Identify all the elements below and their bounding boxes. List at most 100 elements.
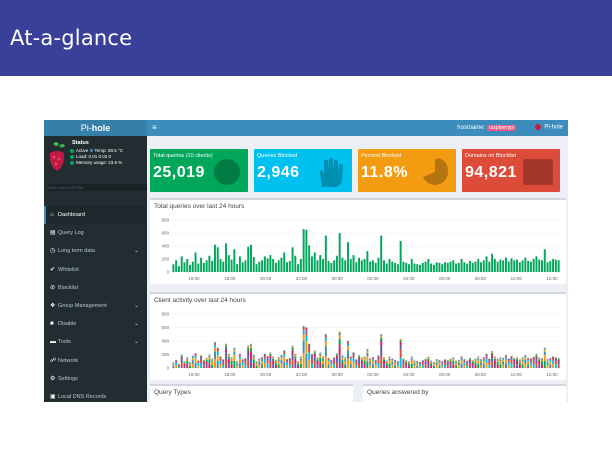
- bar-segment[interactable]: [205, 358, 208, 360]
- bar-segment[interactable]: [352, 354, 355, 356]
- bar-segment[interactable]: [463, 359, 466, 361]
- bar-segment[interactable]: [316, 359, 319, 361]
- bar[interactable]: [543, 249, 546, 272]
- bar[interactable]: [521, 260, 524, 272]
- bar-segment[interactable]: [233, 360, 236, 368]
- bar-segment[interactable]: [219, 356, 222, 358]
- bar-segment[interactable]: [241, 360, 244, 361]
- bar-segment[interactable]: [552, 363, 555, 368]
- bar[interactable]: [266, 258, 269, 272]
- bar-segment[interactable]: [430, 362, 433, 364]
- total-queries-box[interactable]: Total queries (10 clients) 25,019: [150, 149, 248, 192]
- bar-segment[interactable]: [194, 354, 197, 357]
- bar-segment[interactable]: [410, 358, 413, 361]
- bar-segment[interactable]: [247, 353, 250, 361]
- bar-segment[interactable]: [299, 360, 302, 364]
- bar[interactable]: [213, 244, 216, 272]
- bar-segment[interactable]: [186, 357, 189, 359]
- bar-segment[interactable]: [507, 360, 510, 362]
- bar-segment[interactable]: [238, 355, 241, 357]
- bar-segment[interactable]: [335, 353, 338, 354]
- bar-segment[interactable]: [327, 361, 330, 365]
- bar-segment[interactable]: [261, 359, 264, 361]
- bar-segment[interactable]: [413, 361, 416, 363]
- bar-segment[interactable]: [269, 362, 272, 368]
- bar[interactable]: [225, 243, 228, 272]
- bar[interactable]: [518, 262, 521, 272]
- bar-segment[interactable]: [197, 365, 200, 368]
- bar[interactable]: [263, 256, 266, 272]
- bar-segment[interactable]: [424, 359, 427, 361]
- bar-segment[interactable]: [299, 363, 302, 368]
- bar-segment[interactable]: [546, 362, 549, 365]
- bar-segment[interactable]: [175, 362, 178, 366]
- bar-segment[interactable]: [330, 361, 333, 363]
- bar-segment[interactable]: [410, 356, 413, 358]
- bar[interactable]: [446, 262, 449, 272]
- bar-segment[interactable]: [330, 365, 333, 368]
- bar-segment[interactable]: [416, 362, 419, 364]
- bar-segment[interactable]: [529, 361, 532, 365]
- bar-segment[interactable]: [388, 358, 391, 361]
- bar-segment[interactable]: [371, 357, 374, 359]
- bar-segment[interactable]: [466, 363, 469, 366]
- bar-segment[interactable]: [413, 365, 416, 368]
- bar[interactable]: [416, 264, 419, 272]
- bar-segment[interactable]: [383, 358, 385, 360]
- bar-segment[interactable]: [288, 359, 291, 362]
- bar-segment[interactable]: [305, 353, 308, 368]
- bar[interactable]: [419, 264, 422, 272]
- bar-segment[interactable]: [288, 358, 291, 359]
- bar-segment[interactable]: [419, 363, 422, 365]
- bar-segment[interactable]: [552, 360, 555, 364]
- bar-segment[interactable]: [488, 358, 491, 360]
- bar-segment[interactable]: [513, 358, 516, 360]
- bar-segment[interactable]: [374, 361, 377, 363]
- bar-segment[interactable]: [419, 364, 422, 366]
- percent-blocked-box[interactable]: Percent Blocked 11.8%: [358, 149, 456, 192]
- bar-segment[interactable]: [360, 359, 363, 361]
- bar-segment[interactable]: [455, 362, 458, 364]
- bar-segment[interactable]: [288, 361, 291, 365]
- bar-segment[interactable]: [305, 341, 308, 354]
- bar-segment[interactable]: [258, 364, 261, 368]
- bar-segment[interactable]: [496, 358, 499, 360]
- sidebar-item-whitelist[interactable]: ✔ Whitelist: [44, 261, 147, 279]
- bar-segment[interactable]: [335, 353, 338, 355]
- bar-segment[interactable]: [191, 357, 194, 359]
- bar-segment[interactable]: [369, 364, 372, 368]
- bar-segment[interactable]: [302, 334, 305, 341]
- bar-segment[interactable]: [274, 362, 277, 366]
- bar-segment[interactable]: [488, 359, 491, 361]
- bar-segment[interactable]: [310, 363, 313, 368]
- bar-segment[interactable]: [347, 358, 349, 368]
- bar-segment[interactable]: [394, 365, 397, 368]
- bar-segment[interactable]: [427, 360, 430, 364]
- bar-segment[interactable]: [213, 347, 216, 352]
- bar-segment[interactable]: [510, 358, 513, 361]
- bar-segment[interactable]: [380, 334, 383, 336]
- sidebar-item-tools[interactable]: ▬ Tools ⌄: [44, 333, 147, 351]
- bar-segment[interactable]: [299, 356, 302, 358]
- bar-segment[interactable]: [449, 359, 452, 361]
- bar[interactable]: [410, 259, 413, 272]
- bar[interactable]: [319, 255, 322, 272]
- bar-segment[interactable]: [219, 358, 222, 361]
- bar-segment[interactable]: [452, 364, 455, 368]
- bar-segment[interactable]: [294, 354, 297, 356]
- bar-segment[interactable]: [518, 362, 521, 365]
- bar[interactable]: [352, 255, 355, 272]
- bar-segment[interactable]: [380, 346, 383, 357]
- bar-segment[interactable]: [541, 358, 543, 360]
- bar-segment[interactable]: [471, 361, 474, 363]
- bar[interactable]: [291, 247, 294, 272]
- bar[interactable]: [455, 263, 458, 272]
- bar-segment[interactable]: [250, 343, 252, 345]
- bar-segment[interactable]: [202, 360, 205, 362]
- bar[interactable]: [385, 263, 388, 272]
- bar[interactable]: [358, 257, 361, 272]
- bar-segment[interactable]: [244, 361, 247, 365]
- bar-segment[interactable]: [274, 361, 277, 363]
- bar-segment[interactable]: [430, 365, 433, 368]
- bar-segment[interactable]: [327, 359, 330, 362]
